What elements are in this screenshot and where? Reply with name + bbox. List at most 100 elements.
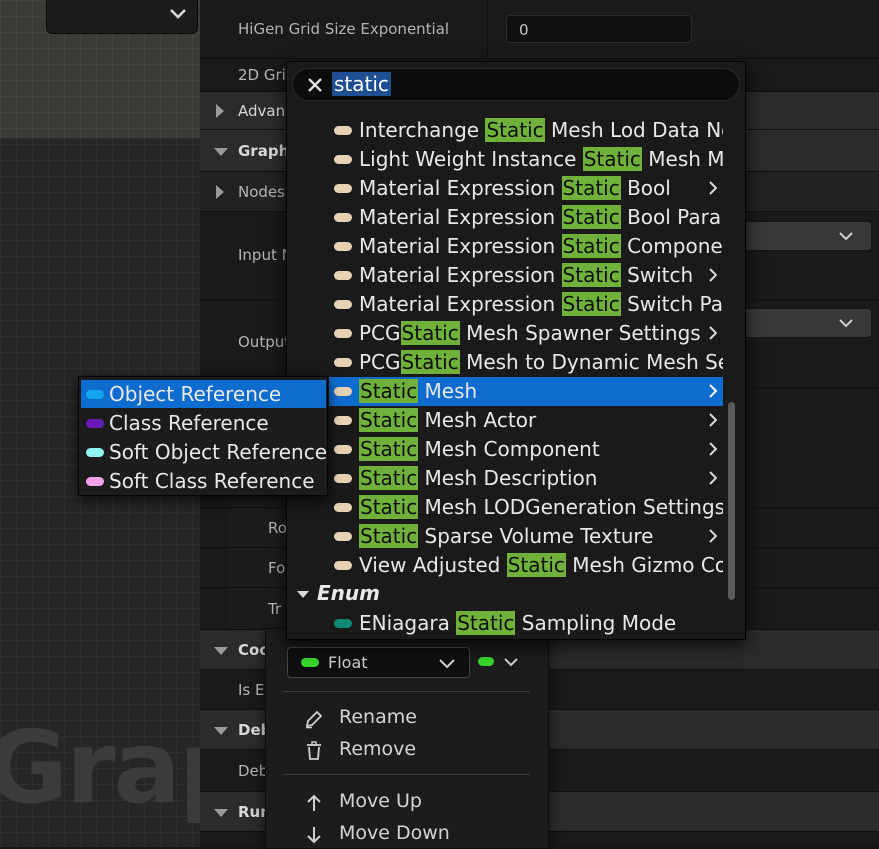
chevron-right-icon: [709, 413, 717, 427]
object-pin-icon: [334, 329, 352, 338]
trash-icon: [307, 741, 321, 760]
search-result-item[interactable]: Material Expression Static Switch: [329, 261, 723, 290]
search-result-item[interactable]: Static Mesh Description: [329, 464, 723, 493]
collapse-icon: [214, 808, 228, 817]
enum-pin-icon: [334, 619, 352, 628]
property-row-higen: HiGen Grid Size Exponential 0: [200, 0, 879, 59]
category-label: Enum: [317, 581, 380, 605]
chevron-down-icon: [504, 658, 518, 667]
property-label: Is E: [238, 680, 265, 699]
object-pin-icon: [334, 213, 352, 222]
object-pin-icon: [334, 445, 352, 454]
property-label: HiGen Grid Size Exponential: [238, 20, 450, 38]
object-pin-icon: [334, 532, 352, 541]
chevron-right-icon: [709, 268, 717, 282]
result-label: ENiagara Static Sampling Mode: [359, 611, 677, 635]
expand-icon: [216, 184, 224, 199]
search-result-item[interactable]: Material Expression Static Bool Para: [329, 203, 723, 232]
object-pin-icon: [334, 387, 352, 396]
arrow-up-icon: [307, 794, 321, 811]
menu-item-label: Class Reference: [109, 411, 269, 435]
result-label: Static Mesh: [359, 379, 478, 403]
collapse-icon: [214, 646, 228, 655]
search-result-item[interactable]: PCGStatic Mesh to Dynamic Mesh Se: [329, 348, 723, 377]
menu-item-label: Move Up: [339, 790, 422, 812]
class-reference-pin-icon: [86, 419, 104, 428]
rename-menu-item[interactable]: Rename: [304, 703, 524, 733]
chevron-right-icon: [709, 471, 717, 485]
object-pin-icon: [334, 416, 352, 425]
search-result-item[interactable]: Interchange Static Mesh Lod Data No: [329, 116, 723, 145]
object-pin-icon: [334, 358, 352, 367]
property-label: Input N: [238, 246, 293, 264]
search-input[interactable]: static: [292, 68, 740, 101]
result-label: PCGStatic Mesh to Dynamic Mesh Se: [359, 350, 723, 374]
search-result-item[interactable]: View Adjusted Static Mesh Gizmo Co: [329, 551, 723, 580]
soft-class-reference-pin-icon: [86, 477, 104, 486]
result-label: Light Weight Instance Static Mesh M: [359, 147, 723, 171]
result-scrollbar[interactable]: [728, 402, 735, 600]
column-splitter[interactable]: [487, 0, 488, 58]
object-pin-icon: [334, 184, 352, 193]
collapse-icon: [214, 147, 228, 156]
soft-object-reference-pin-icon: [86, 448, 104, 457]
category-label: Graph: [238, 141, 290, 160]
graph-node-dropdown[interactable]: [46, 0, 198, 34]
property-label: Fo: [268, 558, 286, 577]
soft-class-reference-item[interactable]: Soft Class Reference: [81, 467, 326, 495]
result-label: Material Expression Static Bool: [359, 176, 671, 200]
type-search-popup: static Interchange Static Mesh Lod Data …: [286, 61, 746, 640]
pencil-icon: [305, 710, 323, 729]
remove-menu-item[interactable]: Remove: [304, 735, 524, 765]
search-result-item[interactable]: Light Weight Instance Static Mesh M: [329, 145, 723, 174]
result-label: Material Expression Static Switch Pa: [359, 292, 723, 316]
pin-context-menu: Float Rename Remove Move Up Move Down: [265, 628, 549, 849]
move-up-menu-item[interactable]: Move Up: [304, 787, 524, 817]
category-label: Advan: [238, 101, 286, 120]
property-label: Ro: [268, 518, 287, 537]
object-reference-pin-icon: [86, 390, 104, 399]
class-reference-item[interactable]: Class Reference: [81, 409, 326, 437]
chevron-right-icon: [709, 384, 717, 398]
result-label: Static Mesh Component: [359, 437, 600, 461]
object-pin-icon: [334, 242, 352, 251]
menu-item-label: Soft Class Reference: [109, 469, 315, 493]
object-pin-icon: [334, 300, 352, 309]
search-result-item[interactable]: Static Sparse Volume Texture: [329, 522, 723, 551]
search-result-item[interactable]: Static Mesh Component: [329, 435, 723, 464]
result-label: Static Mesh Description: [359, 466, 598, 490]
enum-category-header[interactable]: Enum: [293, 580, 593, 609]
object-pin-icon: [334, 271, 352, 280]
collapse-icon: [214, 726, 228, 735]
object-reference-item[interactable]: Object Reference: [81, 380, 326, 408]
higen-value-field[interactable]: 0: [506, 15, 692, 43]
search-result-item[interactable]: Static Mesh Actor: [329, 406, 723, 435]
property-label: Nodes: [238, 182, 285, 201]
chevron-down-icon: [839, 232, 853, 241]
container-type-dropdown[interactable]: [478, 657, 522, 671]
chevron-right-icon: [709, 529, 717, 543]
search-result-item[interactable]: Static Mesh LODGeneration Settings: [329, 493, 723, 522]
property-label: Tr: [268, 599, 282, 618]
clear-search-icon[interactable]: [307, 77, 323, 93]
result-label: Material Expression Static Compone: [359, 234, 723, 258]
single-pin-icon: [478, 657, 494, 666]
search-result-item[interactable]: Material Expression Static Switch Pa: [329, 290, 723, 319]
property-label: Deb: [238, 761, 269, 780]
menu-item-label: Remove: [339, 738, 417, 760]
search-result-list[interactable]: Interchange Static Mesh Lod Data No Ligh…: [287, 112, 733, 637]
menu-item-label: Move Down: [339, 822, 450, 844]
move-down-menu-item[interactable]: Move Down: [304, 819, 524, 849]
search-result-item[interactable]: ENiagara Static Sampling Mode: [329, 609, 723, 637]
search-result-item[interactable]: Material Expression Static Compone: [329, 232, 723, 261]
search-result-item[interactable]: PCGStatic Mesh Spawner Settings: [329, 319, 723, 348]
soft-object-reference-item[interactable]: Soft Object Reference: [81, 438, 327, 466]
search-result-item[interactable]: Material Expression Static Bool: [329, 174, 723, 203]
search-result-item-selected[interactable]: Static Mesh: [329, 377, 723, 406]
expand-icon: [216, 103, 224, 118]
result-label: Static Sparse Volume Texture: [359, 524, 654, 548]
object-pin-icon: [334, 503, 352, 512]
property-label: 2D Gri: [238, 66, 286, 84]
search-query: static: [332, 72, 391, 96]
pin-type-dropdown[interactable]: Float: [287, 647, 470, 678]
